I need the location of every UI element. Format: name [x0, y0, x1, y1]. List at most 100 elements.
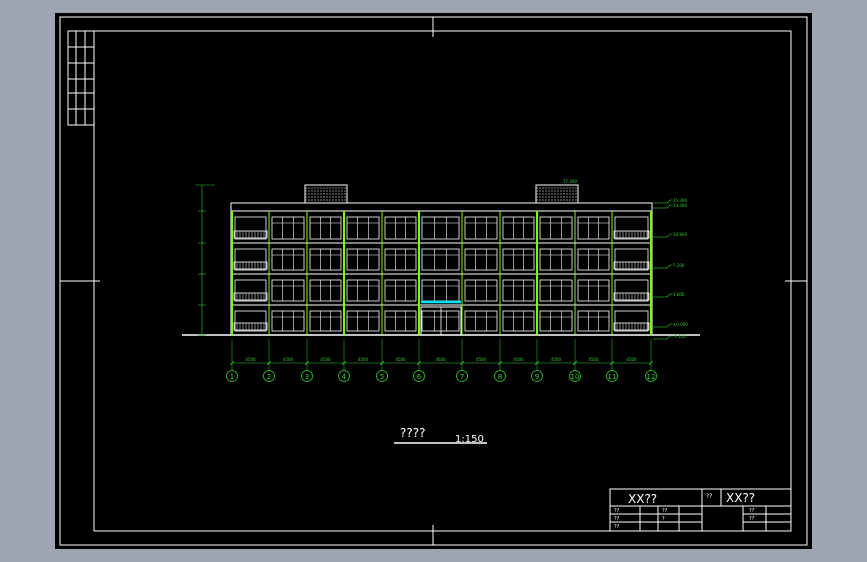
balcony-opening: [234, 216, 267, 240]
window-frame: [539, 248, 573, 271]
axis-bubble: 1: [226, 339, 238, 382]
axis-label: 9: [535, 373, 539, 381]
balcony-bay: [233, 216, 268, 240]
span-dim-value: 4500: [245, 357, 256, 362]
balcony-opening: [234, 310, 267, 332]
span-dimension-chain: 4500 4500 4500 4500 4500 3600 4500 4500 4500 4500…: [229, 357, 654, 366]
window-frame: [309, 248, 342, 271]
title-block-label: ??: [706, 493, 712, 500]
window-frame: [384, 279, 417, 302]
level-value: ±0.000: [673, 322, 688, 327]
title-block-row-2: ??: [614, 516, 620, 522]
building-elevation: [182, 184, 700, 336]
window-frame: [271, 279, 305, 302]
left-dimension-chain: [195, 184, 215, 336]
window-frame: [346, 216, 380, 240]
title-block-row-3: ??: [614, 524, 620, 530]
window-frame: [421, 279, 460, 302]
window-frame: [346, 248, 380, 271]
sheet-outer-border: [59, 16, 808, 546]
balcony-bay: [613, 279, 650, 302]
window-bay: [309, 248, 342, 271]
window-bay: [539, 279, 573, 302]
balcony-bay: [233, 248, 268, 271]
window-frame: [577, 310, 610, 332]
facade-outline: [230, 210, 653, 336]
window-bay: [384, 310, 417, 332]
balcony-bay: [233, 279, 268, 302]
window-bay: [502, 248, 535, 271]
window-bay: [502, 216, 535, 240]
window-frame: [384, 310, 417, 332]
balcony-rail: [233, 261, 268, 270]
window-bay: [577, 248, 610, 271]
balcony-bay: [613, 216, 650, 240]
balcony-opening: [234, 248, 267, 271]
window-bay: [384, 216, 417, 240]
level-marker: 14.400: [653, 203, 687, 209]
window-bay: [502, 310, 535, 332]
window-frame: [464, 248, 498, 271]
balcony-bay: [613, 248, 650, 271]
drawing-title: ????: [400, 426, 425, 440]
roof-parapet: [230, 202, 653, 212]
window-frame: [577, 248, 610, 271]
level-marker: 3.600: [653, 292, 685, 298]
axis-bubble: 8: [494, 339, 506, 382]
window-frame: [464, 216, 498, 240]
window-bay: [464, 310, 498, 332]
roof-stair-tower: [535, 184, 579, 204]
axis-bubble: 10: [569, 339, 581, 382]
window-bay: [271, 248, 305, 271]
binding-strip: [67, 30, 95, 126]
balcony-rail: [233, 322, 268, 331]
axis-label: 6: [417, 373, 422, 381]
axis-label: 5: [380, 373, 384, 381]
axis-bubble: 4: [338, 339, 350, 382]
window-bay: [421, 279, 460, 302]
axis-label: 11: [608, 373, 617, 381]
cad-viewport[interactable]: 15.300 14.400 10.800 7.200 3.600 ±0.000 -1.450…: [55, 13, 812, 549]
level-marker: 10.800: [653, 232, 687, 238]
window-frame: [502, 279, 535, 302]
window-frame: [502, 216, 535, 240]
span-dim-value: 4500: [513, 357, 524, 362]
level-marker: 7.200: [653, 263, 685, 269]
window-frame: [539, 310, 573, 332]
window-frame: [271, 216, 305, 240]
window-bay: [464, 279, 498, 302]
span-dim-value: 3600: [435, 357, 446, 362]
window-bay: [346, 279, 380, 302]
axis-bubble: 3: [301, 339, 313, 382]
axis-label: 7: [460, 373, 464, 381]
window-frame: [271, 310, 305, 332]
window-frame: [421, 310, 460, 332]
window-frame: [346, 310, 380, 332]
centering-marks: [60, 17, 807, 545]
window-bay: [309, 310, 342, 332]
window-frame: [577, 279, 610, 302]
roof-top-level: 17.400: [563, 179, 577, 184]
axis-label: 2: [267, 373, 271, 381]
window-bay: [271, 279, 305, 302]
span-dim-value: 4500: [320, 357, 331, 362]
window-frame: [309, 310, 342, 332]
window-bay: [271, 310, 305, 332]
title-block-company: XX??: [726, 491, 755, 505]
sheet-inner-border: [93, 30, 792, 532]
title-block-right-2: ??: [749, 516, 755, 522]
axis-label: 3: [305, 373, 309, 381]
window-frame: [309, 216, 342, 240]
window-bay: [577, 310, 610, 332]
span-dim-value: 4500: [358, 357, 369, 362]
axis-label: 8: [498, 373, 502, 381]
axis-label: 1: [230, 373, 234, 381]
title-block-project: XX??: [628, 492, 657, 506]
window-frame: [346, 279, 380, 302]
title-block-right-1: ??: [749, 508, 755, 514]
level-marker: ±0.000: [653, 322, 688, 328]
window-bay: [346, 216, 380, 240]
window-frame: [539, 279, 573, 302]
level-value: -1.450: [673, 334, 686, 339]
axis-bubble: 6: [413, 339, 425, 382]
